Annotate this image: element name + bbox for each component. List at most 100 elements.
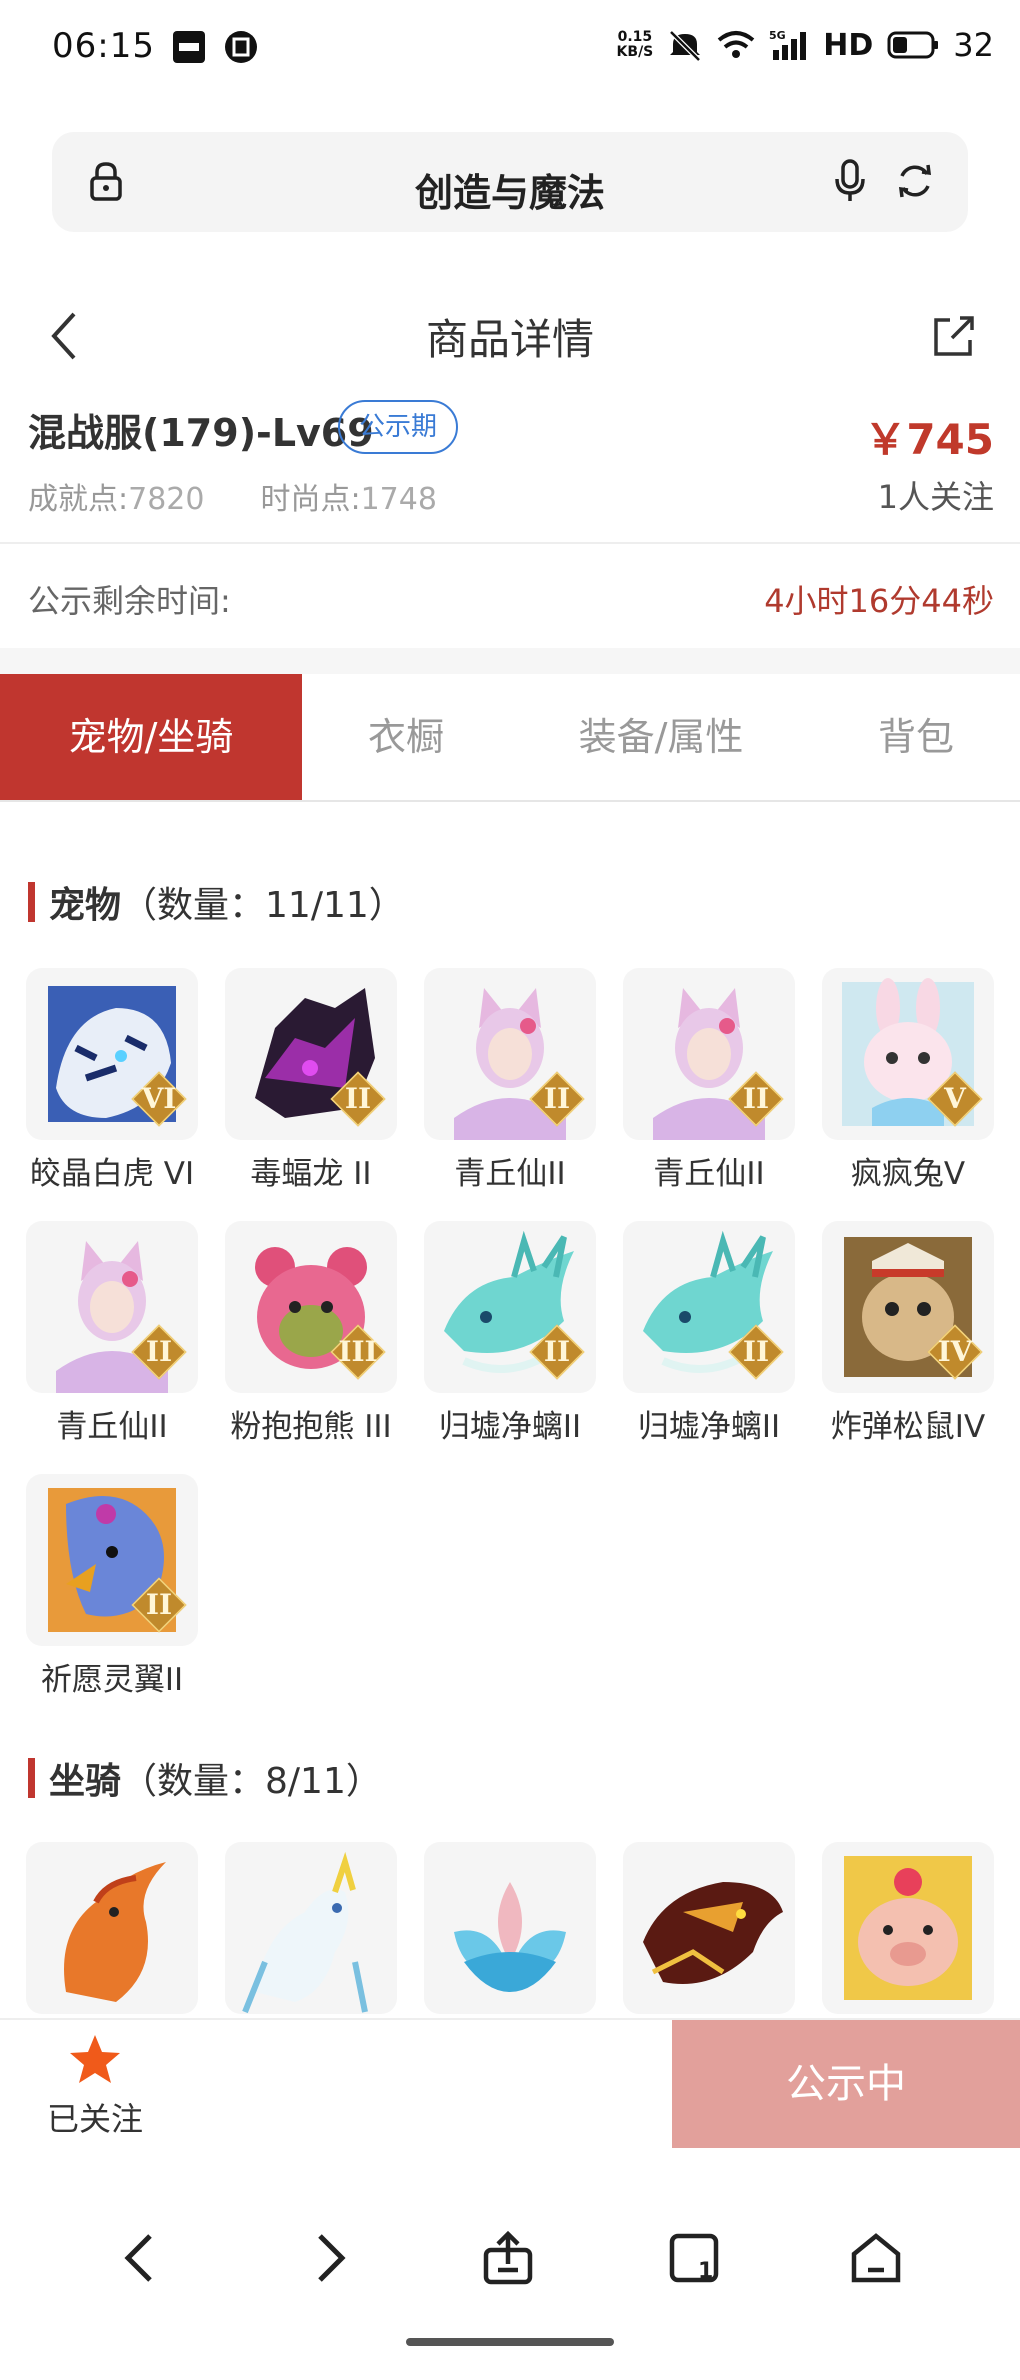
mount-card[interactable] [225,1842,397,2014]
mute-icon [669,30,702,62]
hd-indicator: HD [823,27,874,63]
lava-dragon-icon [643,1882,783,1984]
product-price: ￥745 [864,415,994,464]
watcher-count: 1人关注 [877,478,994,516]
pig-icon [844,1856,972,2000]
product-name: 混战服(179)-Lv69 [28,411,374,455]
rank-badge: II [529,1071,585,1127]
pet-card[interactable]: V 疯疯兔V [822,968,994,1193]
pet-thumbnail: II [623,1221,795,1393]
share-tray-icon[interactable] [478,2228,538,2288]
phoenix-icon [64,1862,166,2002]
section-gap [0,648,1020,674]
pet-name: 疯疯兔V [850,1156,966,1192]
net-speed: 0.15 KB/S [616,29,654,60]
remaining-time-value: 4小时16分44秒 [764,582,994,620]
svg-text:5G: 5G [769,29,786,42]
address-bar[interactable]: 创造与魔法 [52,132,968,232]
pet-name: 祈愿灵翼II [40,1662,184,1698]
achievement-points: 成就点:7820 [28,482,205,517]
fashion-points: 时尚点:1748 [260,482,437,517]
battery-icon [887,31,939,59]
pet-name: 炸弹松鼠IV [830,1409,986,1445]
microphone-icon[interactable] [832,158,868,204]
pet-card[interactable]: III 粉抱抱熊 III [225,1221,397,1446]
pet-thumbnail: II [424,1221,596,1393]
rank-badge: II [728,1071,784,1127]
status-right: 0.15 KB/S 5G HD 32 [617,26,994,64]
mount-card[interactable] [623,1842,795,2014]
home-indicator[interactable] [406,2338,614,2346]
status-badge: 公示期 [338,400,458,454]
rank-badge: II [529,1324,585,1380]
pet-card[interactable]: II 青丘仙II [26,1221,198,1446]
tab-backpack[interactable]: 背包 [812,674,1020,800]
mount-card[interactable] [822,1842,994,2014]
pet-name: 青丘仙II [56,1409,168,1445]
pet-name: 归墟净螭II [637,1409,781,1445]
tab-wardrobe[interactable]: 衣橱 [302,674,510,800]
pet-thumbnail: III [225,1221,397,1393]
status-time: 06:15 [52,26,155,66]
mounts-count: （数量：8/11） [121,1761,382,1802]
rank-badge: VI [131,1071,187,1127]
status-bar: 06:15 0.15 KB/S 5G HD 32 [0,0,1020,96]
rank-badge: II [330,1071,386,1127]
pet-card[interactable]: IV 炸弹松鼠IV [822,1221,994,1446]
tab-equipment[interactable]: 装备/属性 [510,674,812,800]
mount-card[interactable] [26,1842,198,2014]
bottom-action-bar: 已关注 公示中 [0,2018,1020,2148]
page-header: 商品详情 [0,290,1020,380]
nav-forward-icon[interactable] [298,2228,358,2288]
mount-thumbnail [623,1842,795,2014]
pet-name: 青丘仙II [454,1156,566,1192]
mount-thumbnail [822,1842,994,2014]
pet-name: 归墟净螭II [438,1409,582,1445]
pets-section-title: 宠物 （数量：11/11） [28,876,405,928]
mount-thumbnail [424,1842,596,2014]
pet-card[interactable]: II 祈愿灵翼II [26,1474,198,1699]
mount-card[interactable] [424,1842,596,2014]
pet-card[interactable]: II 毒蝠龙 II [225,968,397,1193]
pet-card[interactable]: II 青丘仙II [623,968,795,1193]
mounts-section-title: 坐骑 （数量：8/11） [28,1752,382,1804]
group-notification-icon [225,31,257,63]
pet-name: 毒蝠龙 II [250,1156,372,1192]
white-dragon-icon [242,1851,368,2014]
pet-thumbnail: II [623,968,795,1140]
rank-badge: II [131,1324,187,1380]
page-title: 商品详情 [425,315,594,364]
pet-card[interactable]: II 归墟净螭II [623,1221,795,1446]
tab-pets-mounts[interactable]: 宠物/坐骑 [0,674,302,800]
pet-thumbnail: II [225,968,397,1140]
address-title: 创造与魔法 [414,171,605,215]
rank-badge: V [927,1071,983,1127]
rank-badge: II [728,1324,784,1380]
section-marker [28,1758,35,1798]
tabs-icon[interactable]: 1 [664,2228,724,2288]
home-icon[interactable] [846,2228,906,2288]
pet-name: 粉抱抱熊 III [230,1409,392,1445]
remaining-time-label: 公示剩余时间: [28,582,231,620]
share-icon[interactable] [930,312,978,360]
mounts-title: 坐骑 [49,1761,122,1802]
section-marker [28,882,35,922]
detail-tabs: 宠物/坐骑 衣橱 装备/属性 背包 [0,674,1020,802]
mount-thumbnail [225,1842,397,2014]
follow-button[interactable]: 已关注 [30,2032,160,2140]
pet-name: 皎晶白虎 VI [29,1156,195,1192]
cell-signal-icon: 5G [769,29,807,60]
wifi-icon [717,31,755,58]
app-notification-icon [173,31,205,63]
pet-card[interactable]: II 青丘仙II [424,968,596,1193]
publicity-status-button[interactable]: 公示中 [672,2020,1020,2148]
pets-title: 宠物 [49,885,122,926]
reload-icon[interactable] [894,160,936,202]
pet-card[interactable]: VI 皎晶白虎 VI [26,968,198,1193]
nav-back-icon[interactable] [112,2228,172,2288]
pet-name: 青丘仙II [653,1156,765,1192]
star-icon [70,2035,120,2083]
follow-label: 已关注 [46,2100,143,2138]
pet-card[interactable]: II 归墟净螭II [424,1221,596,1446]
pet-thumbnail: V [822,968,994,1140]
